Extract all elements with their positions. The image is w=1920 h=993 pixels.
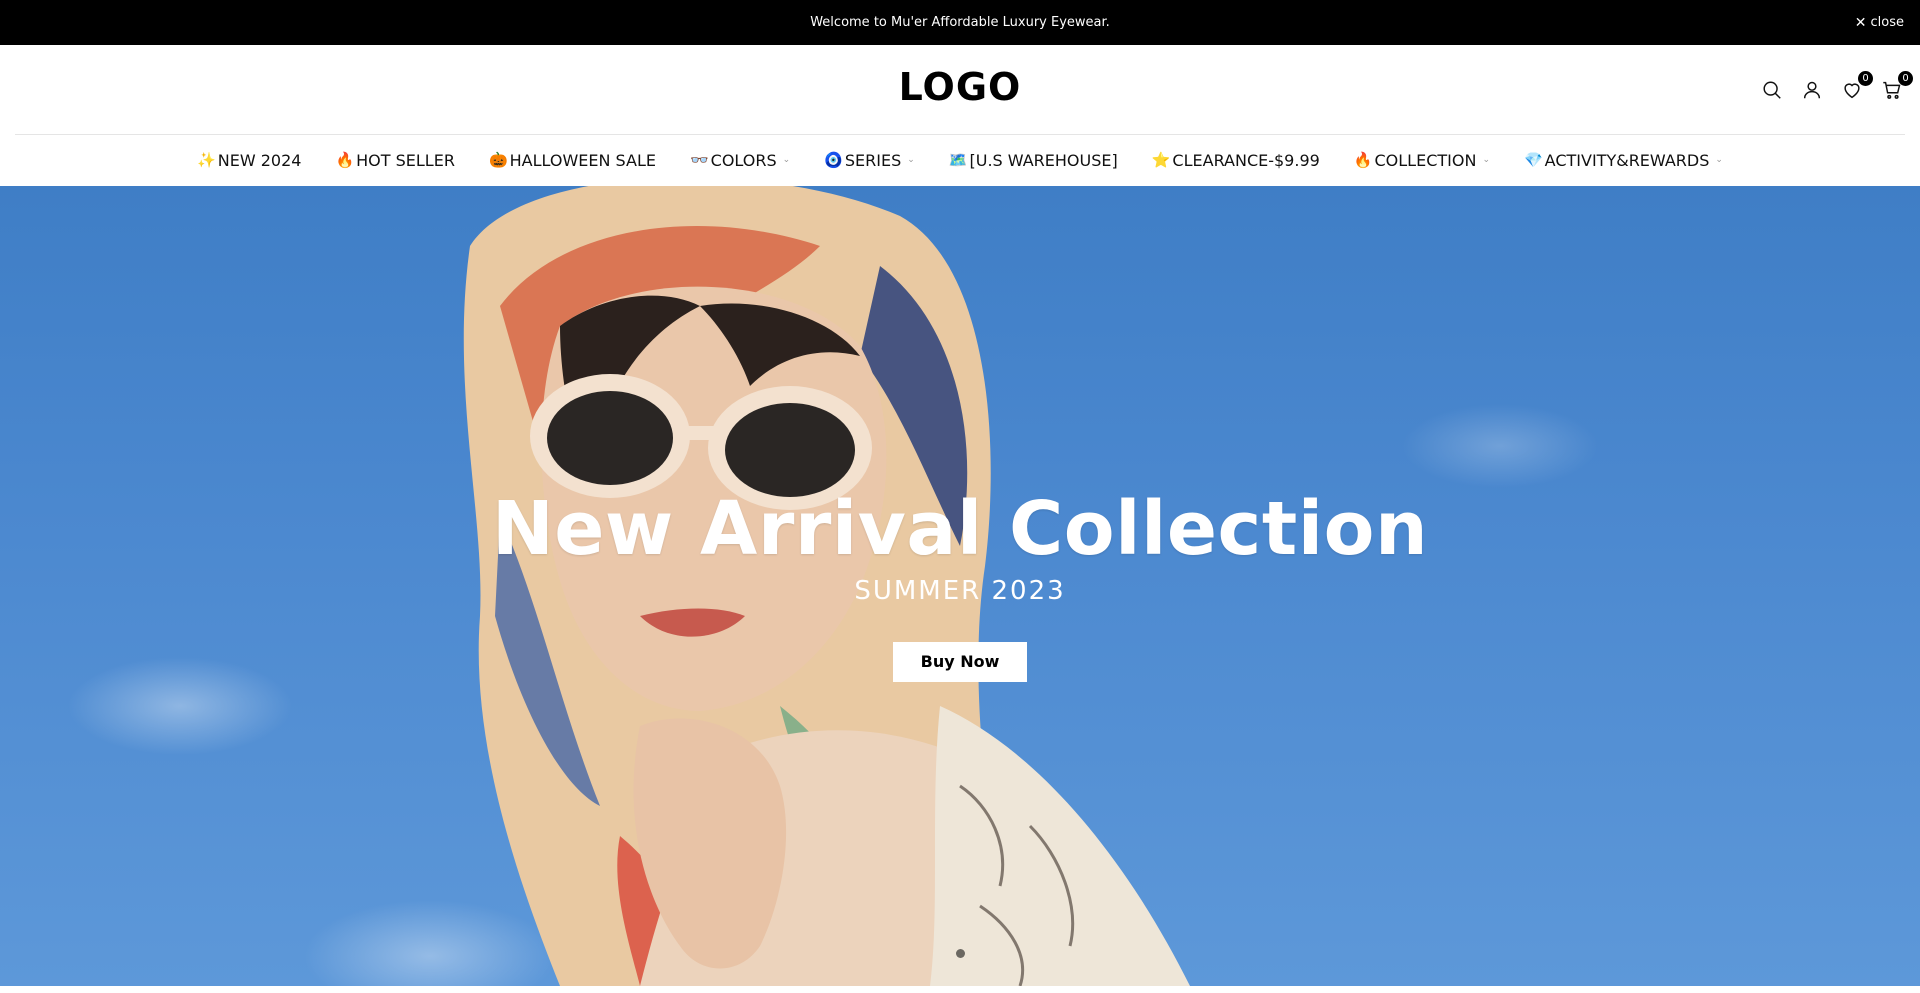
x-icon: ✕ <box>1854 14 1867 31</box>
cart-button[interactable]: 0 <box>1880 71 1913 102</box>
chevron-down-icon: ⌄ <box>782 155 791 165</box>
nav-item-label: NEW 2024 <box>217 150 302 170</box>
slider-pagination <box>0 949 1920 958</box>
gem-icon: 💎 <box>1523 151 1543 169</box>
search-button[interactable] <box>1760 78 1784 102</box>
announcement-close-button[interactable]: ✕ close <box>1855 0 1904 45</box>
nav-item-label: COLORS <box>710 150 777 170</box>
nav-item-label: HOT SELLER <box>356 150 455 170</box>
nav-item-label: ACTIVITY&REWARDS <box>1544 150 1710 170</box>
nav-item-activity-rewards[interactable]: 💎 ACTIVITY&REWARDS ⌄ <box>1524 151 1723 170</box>
cart-count-badge: 0 <box>1898 71 1913 86</box>
buy-now-button[interactable]: Buy Now <box>893 642 1027 682</box>
header-icons: 0 0 <box>1760 71 1913 108</box>
nav-item-halloween-sale[interactable]: 🎃 HALLOWEEN SALE <box>489 151 656 170</box>
nav-item-label: HALLOWEEN SALE <box>509 150 656 170</box>
nav-item-us-warehouse[interactable]: 🗺️ [U.S WAREHOUSE] <box>949 151 1118 170</box>
nav-item-colors[interactable]: 👓 COLORS ⌄ <box>690 151 790 170</box>
announcement-text: Welcome to Mu'er Affordable Luxury Eyewe… <box>810 15 1110 30</box>
nav-item-label: CLEARANCE-$9.99 <box>1172 150 1320 170</box>
nav-item-label: [U.S WAREHOUSE] <box>969 150 1118 170</box>
chevron-down-icon: ⌄ <box>907 155 915 165</box>
hero-banner[interactable]: New Arrival Collection SUMMER 2023 Buy N… <box>0 186 1920 986</box>
site-logo[interactable]: LOGO <box>0 65 1920 109</box>
pumpkin-icon: 🎃 <box>488 151 508 169</box>
world-map-icon: 🗺️ <box>948 151 968 169</box>
hero-content: New Arrival Collection SUMMER 2023 Buy N… <box>0 486 1920 682</box>
chevron-down-icon: ⌄ <box>1482 155 1490 165</box>
nav-item-label: COLLECTION <box>1374 150 1477 170</box>
wishlist-button[interactable]: 0 <box>1840 71 1873 102</box>
close-label: close <box>1870 15 1904 30</box>
announcement-bar: Welcome to Mu'er Affordable Luxury Eyewe… <box>0 0 1920 45</box>
search-icon <box>1763 81 1781 99</box>
nav-item-new-2024[interactable]: ✨ NEW 2024 <box>197 151 301 170</box>
chevron-down-icon: ⌄ <box>1715 155 1723 165</box>
hero-title: New Arrival Collection <box>491 486 1429 572</box>
nav-item-series[interactable]: 🧿 SERIES ⌄ <box>824 151 915 170</box>
star-icon: ⭐ <box>1151 151 1171 169</box>
glasses-icon: 👓 <box>689 151 709 169</box>
wishlist-count-badge: 0 <box>1858 71 1873 86</box>
account-button[interactable] <box>1800 78 1824 102</box>
nav-item-collection[interactable]: 🔥 COLLECTION ⌄ <box>1354 151 1490 170</box>
nazar-amulet-icon: 🧿 <box>824 151 843 169</box>
sparkles-icon: ✨ <box>197 151 216 169</box>
user-icon <box>1803 81 1821 99</box>
fire-icon: 🔥 <box>1353 151 1373 169</box>
hero-subtitle: SUMMER 2023 <box>854 576 1066 606</box>
nav-item-label: SERIES <box>844 150 902 170</box>
slider-dot-active[interactable] <box>955 949 965 958</box>
site-header: LOGO 0 0 <box>0 45 1920 135</box>
nav-item-clearance[interactable]: ⭐ CLEARANCE-$9.99 <box>1152 151 1320 170</box>
fire-icon: 🔥 <box>335 151 355 169</box>
nav-item-hot-seller[interactable]: 🔥 HOT SELLER <box>335 151 455 170</box>
main-nav: ✨ NEW 2024 🔥 HOT SELLER 🎃 HALLOWEEN SALE… <box>0 135 1920 185</box>
